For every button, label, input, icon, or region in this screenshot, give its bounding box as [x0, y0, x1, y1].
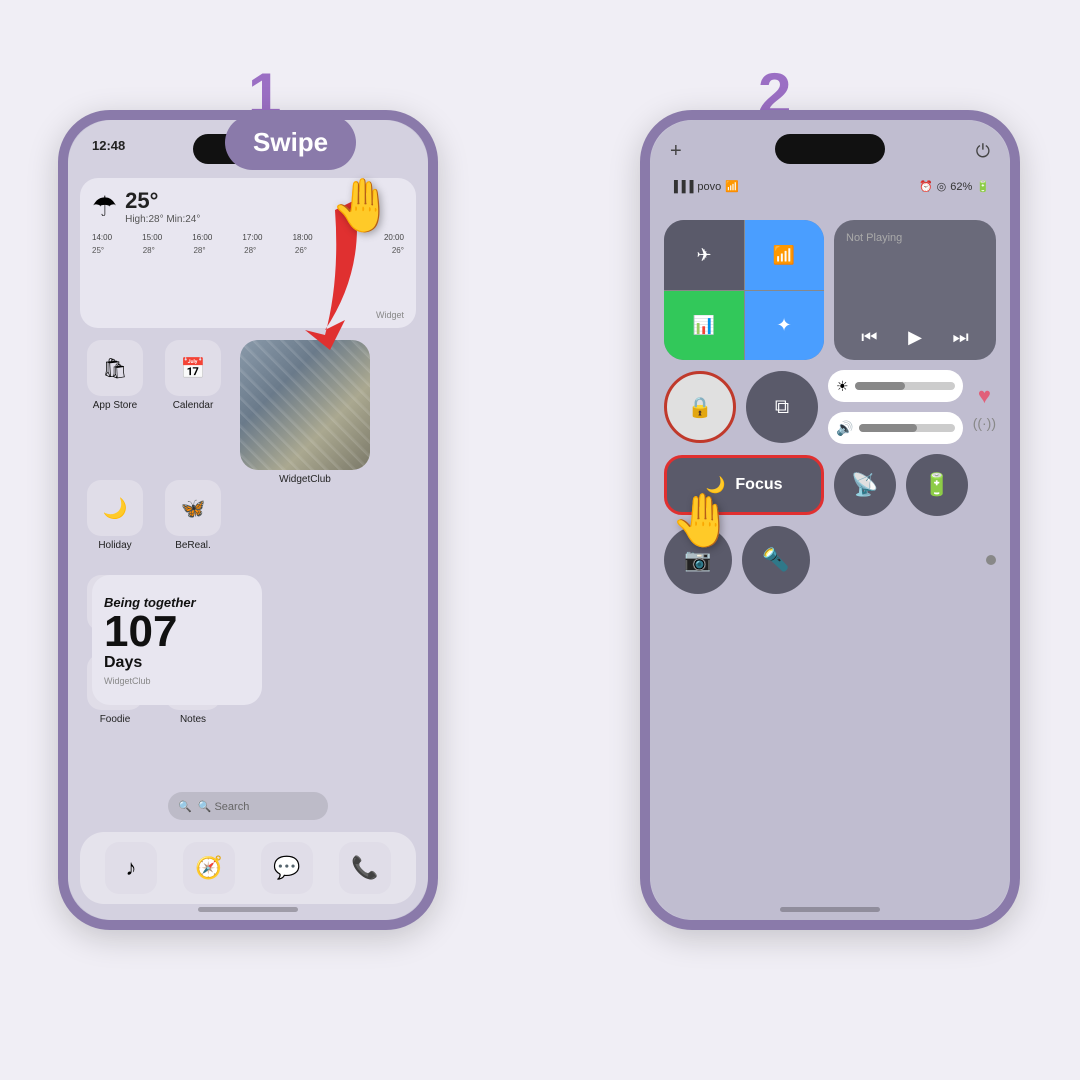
play-button[interactable]: ▶: [908, 327, 922, 348]
sliders-column: ☀ 🔊: [828, 370, 963, 444]
relationship-widget: Being together 107 Days WidgetClub: [92, 575, 262, 705]
airplane-mode-btn[interactable]: ✈: [664, 220, 744, 290]
carrier-label: povo: [697, 181, 721, 193]
wifi-icon: 📶: [725, 180, 739, 193]
search-icon: 🔍: [178, 800, 192, 813]
signal-icon: ▐▐▐: [670, 181, 693, 193]
widgetclub-label: WidgetClub: [279, 474, 331, 485]
location-icon: ◎: [937, 180, 947, 193]
widgetclub-rel-label: WidgetClub: [104, 676, 250, 686]
search-placeholder: 🔍 Search: [198, 800, 250, 813]
battery-label: 62%: [950, 181, 972, 193]
status-bar-1: 12:48: [92, 138, 125, 153]
connectivity-tile[interactable]: ✈ 📶 📊 ✦: [664, 220, 824, 360]
cellular-toggle[interactable]: 📊: [664, 290, 744, 360]
app-icon-calendar[interactable]: 📅 Calendar: [158, 340, 228, 411]
screen-lock-btn[interactable]: 🔒: [664, 371, 736, 443]
app-icon-appstore[interactable]: 🛍 App Store: [80, 340, 150, 411]
music-tile[interactable]: Not Playing ⏮ ▶ ⏭: [834, 220, 996, 360]
battery-widget[interactable]: 🔋: [906, 454, 968, 516]
app-icon-holiday[interactable]: 🌙 Holiday: [80, 480, 150, 551]
weather-high-low: High:28° Min:24°: [125, 214, 200, 225]
brightness-icon: ☀: [836, 378, 849, 395]
dock-compass[interactable]: 🧭: [183, 842, 235, 894]
dock-messages[interactable]: 💬: [261, 842, 313, 894]
dock: ♪ 🧭 💬 📞: [80, 832, 416, 904]
prev-button[interactable]: ⏮: [861, 327, 877, 348]
screen-mirror-btn[interactable]: ⧉: [746, 371, 818, 443]
cc-status-bar: ▐▐▐ povo 📶 ⏰ ◎ 62% 🔋: [670, 180, 990, 193]
cc-add-icon[interactable]: +: [670, 140, 682, 163]
bluetooth-toggle[interactable]: ✦: [744, 290, 824, 360]
wifi-toggle[interactable]: 📶: [744, 220, 824, 290]
days-number: 107: [104, 610, 250, 654]
volume-icon: 🔊: [836, 420, 853, 437]
battery-icon: 🔋: [976, 180, 990, 193]
heart-icon: ♥: [978, 383, 991, 409]
connectivity-dots: ((·)): [973, 415, 996, 431]
flashlight-btn[interactable]: 🔦: [742, 526, 810, 594]
home-indicator-1: [198, 907, 298, 912]
hand-cursor-focus: 🤚: [670, 490, 735, 551]
dock-music[interactable]: ♪: [105, 842, 157, 894]
airdrop-btn[interactable]: 📡: [834, 454, 896, 516]
weather-temp: 25°: [125, 188, 200, 214]
focus-label: Focus: [735, 476, 782, 494]
hand-cursor-swipe: 🤚: [330, 175, 395, 236]
volume-slider[interactable]: 🔊: [828, 412, 963, 444]
home-indicator-2: [780, 907, 880, 912]
days-label: Days: [104, 654, 250, 672]
umbrella-icon: ☂: [92, 190, 117, 223]
dynamic-island-2: [775, 134, 885, 164]
dot-indicator: [986, 555, 996, 565]
dock-phone[interactable]: 📞: [339, 842, 391, 894]
app-icon-bereal[interactable]: 🦋 BeReal.: [158, 480, 228, 551]
alarm-icon: ⏰: [919, 180, 933, 193]
search-bar[interactable]: 🔍 🔍 Search: [168, 792, 328, 820]
next-button[interactable]: ⏭: [952, 327, 968, 348]
swipe-button[interactable]: Swipe: [225, 115, 356, 170]
brightness-slider[interactable]: ☀: [828, 370, 963, 402]
not-playing-label: Not Playing: [846, 232, 984, 244]
cc-power-icon[interactable]: ⏻: [976, 141, 990, 162]
